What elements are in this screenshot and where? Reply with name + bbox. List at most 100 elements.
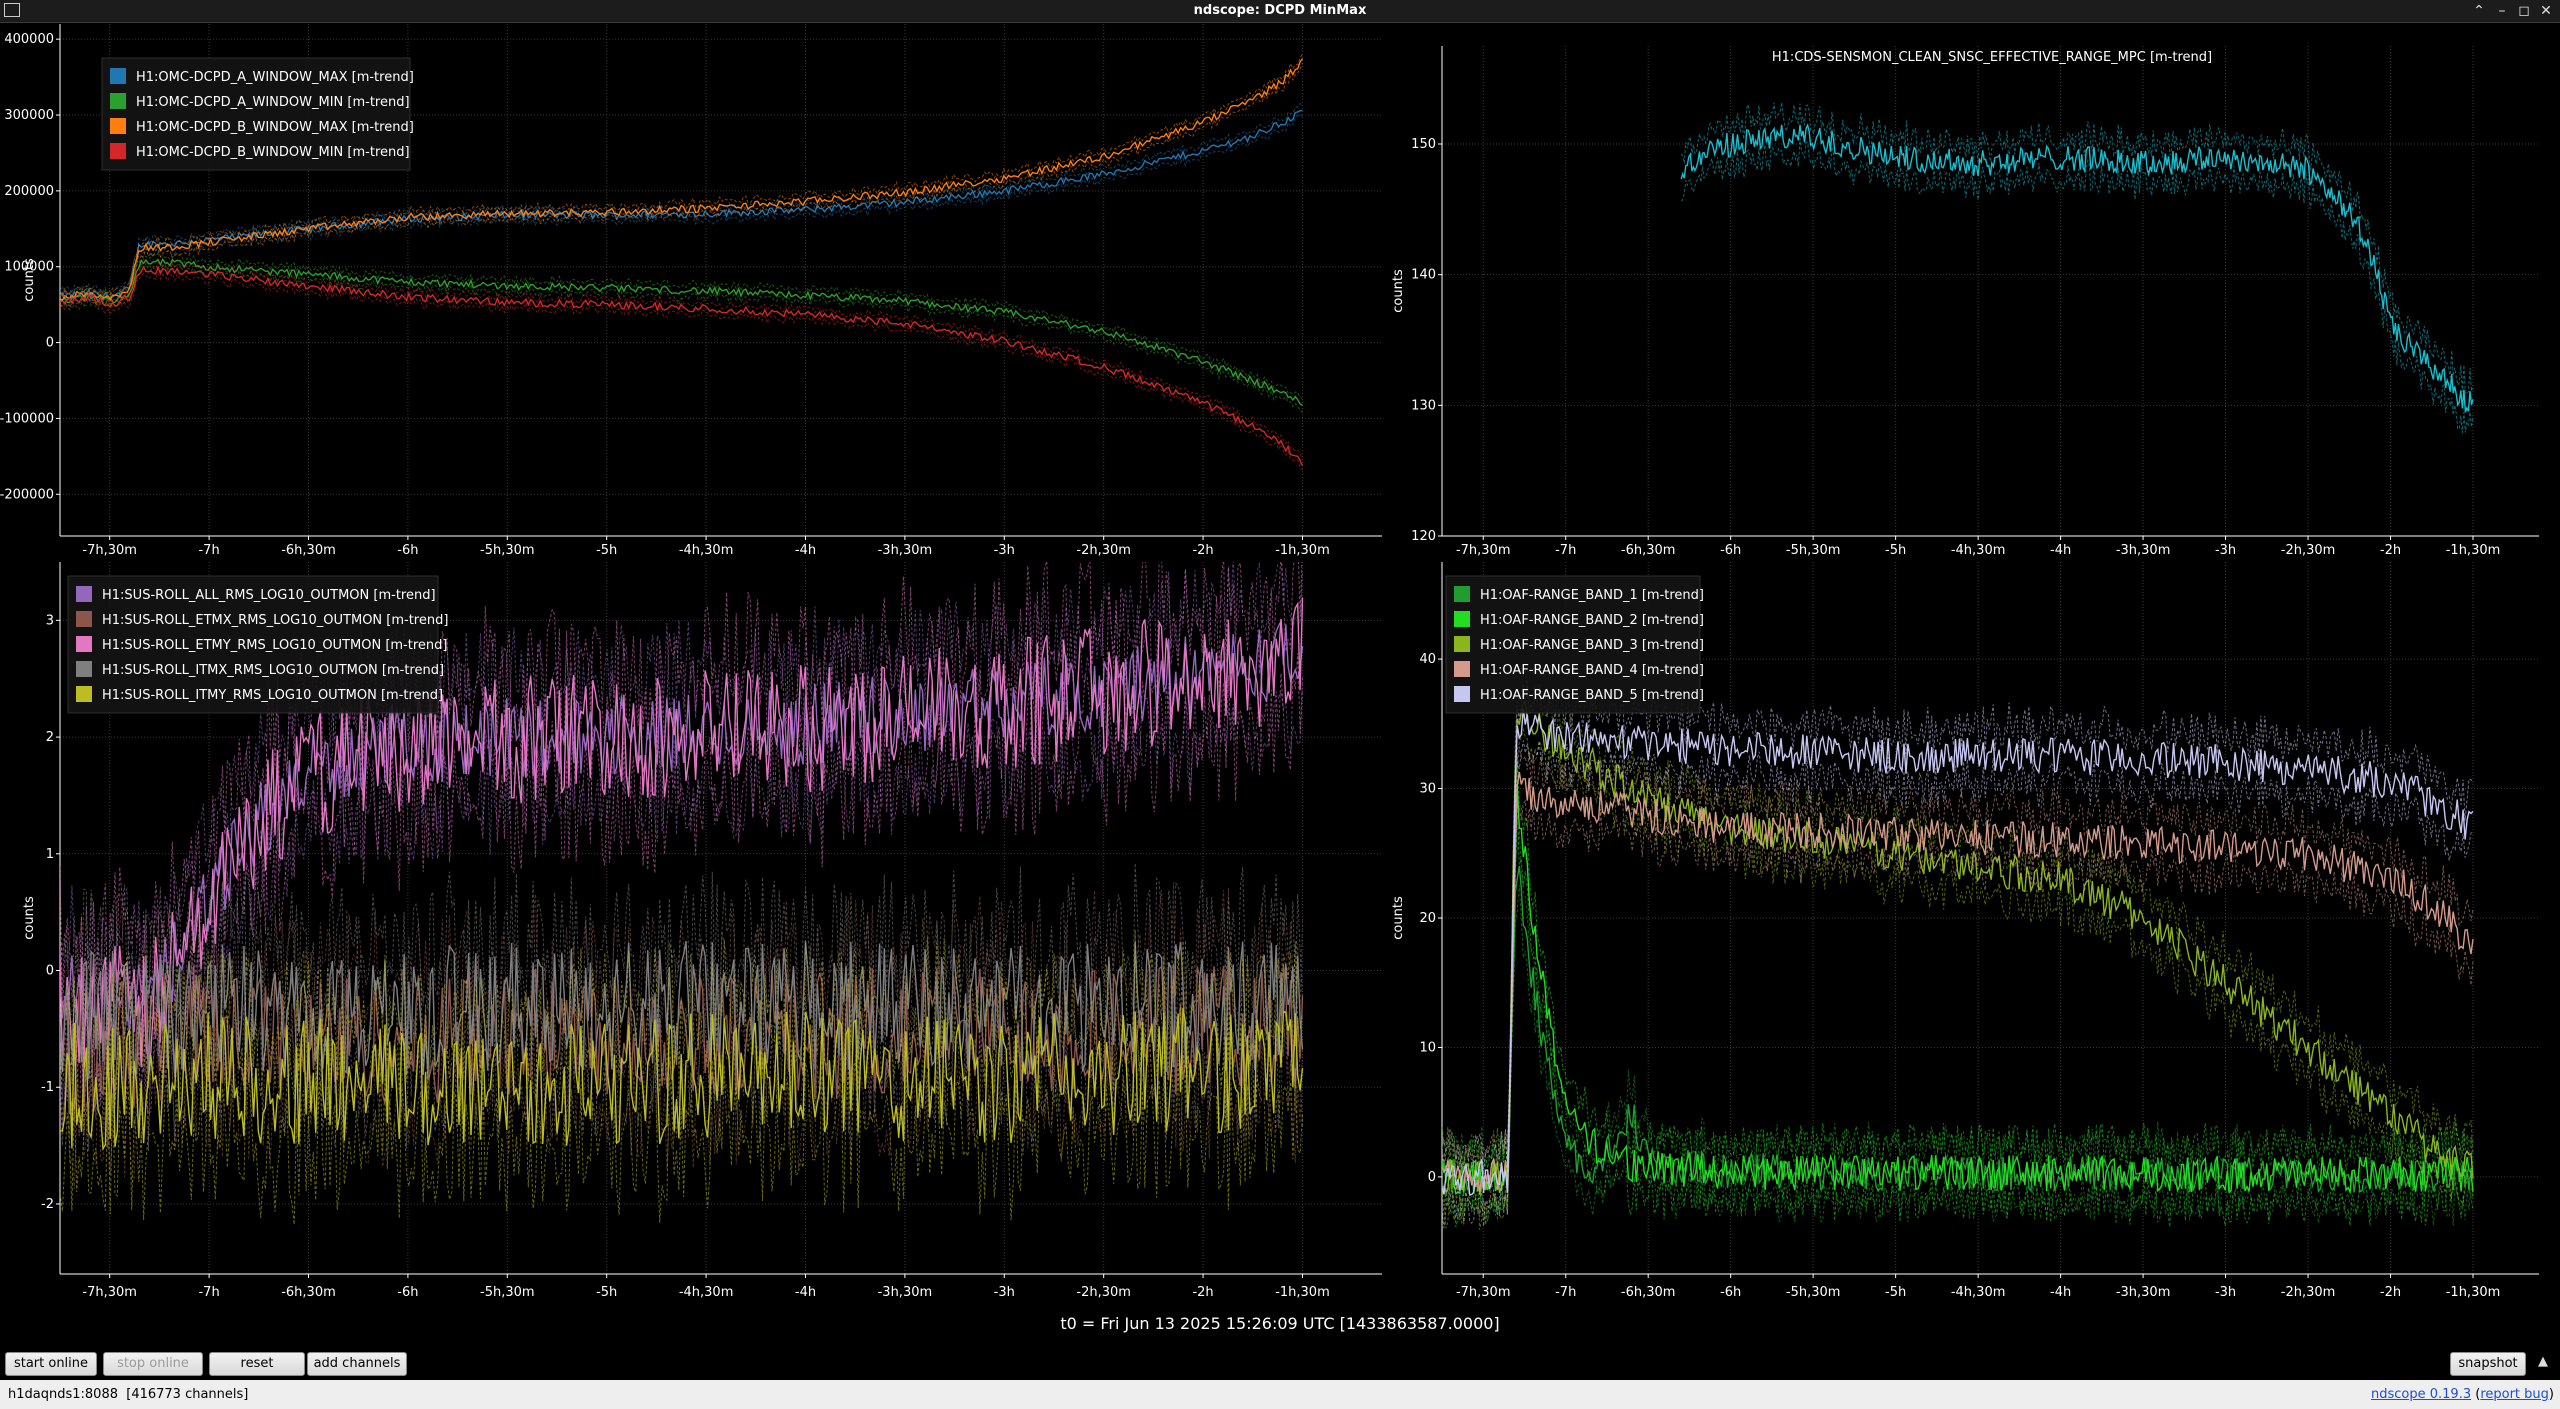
x-tick-label: -7h xyxy=(198,543,219,558)
t0-label: t0 = Fri Jun 13 2025 15:26:09 UTC [14338… xyxy=(1060,1314,1500,1333)
legend-label: H1:OMC-DCPD_A_WINDOW_MIN [m-trend] xyxy=(136,95,410,110)
plot-omc-dcpd[interactable]: -7h,30m -7h -6h,30m -6h -5h,30m -5h -4h,30m -4h… xyxy=(0,24,1386,562)
plot-sensmon-range[interactable]: -7h,30m -7h -6h,30m -6h -5h,30m -5h -4h,30m -4h… xyxy=(1386,24,2560,562)
x-tick-label: -7h xyxy=(198,1285,219,1300)
x-tick-label: -4h xyxy=(795,1285,816,1300)
x-tick-label: -2h xyxy=(1192,1285,1213,1300)
snapshot-button[interactable]: snapshot xyxy=(2450,1352,2526,1376)
series-max-band xyxy=(60,258,1303,461)
y-tick-label: 130 xyxy=(1411,398,1436,413)
chevron-up-icon[interactable]: ⌃ xyxy=(2470,2,2488,20)
stop-online-label: stop online xyxy=(117,1356,189,1371)
x-tick-label: -2h,30m xyxy=(2281,1285,2336,1300)
collapse-arrow-icon[interactable]: ▲ xyxy=(2534,1354,2552,1372)
window-title: ndscope: DCPD MinMax xyxy=(1193,3,1367,18)
legend-swatch xyxy=(1454,611,1470,627)
x-tick-label: -3h xyxy=(994,543,1015,558)
y-tick-label: 1 xyxy=(46,847,54,862)
plot-sus-roll[interactable]: -7h,30m -7h -6h,30m -6h -5h,30m -5h -4h,30m -4h… xyxy=(0,562,1386,1304)
series-line xyxy=(1442,708,2474,1196)
series-max-band xyxy=(60,252,1303,399)
plot-omc-dcpd-canvas[interactable]: -7h,30m -7h -6h,30m -6h -5h,30m -5h -4h,30m -4h… xyxy=(0,24,1386,562)
close-icon[interactable]: ✕ xyxy=(2537,2,2555,20)
legend-label: H1:OAF-RANGE_BAND_5 [m-trend] xyxy=(1480,688,1704,703)
y-tick-label: -100000 xyxy=(0,411,54,426)
legend-label: H1:SUS-ROLL_ITMY_RMS_LOG10_OUTMON [m-tre… xyxy=(102,688,443,703)
plot-oaf-range-bands[interactable]: -7h,30m -7h -6h,30m -6h -5h,30m -5h -4h,30m -4h… xyxy=(1386,562,2560,1304)
x-tick-label: -1h,30m xyxy=(1275,543,1330,558)
legend-swatch xyxy=(1454,586,1470,602)
legend-label: H1:SUS-ROLL_ITMX_RMS_LOG10_OUTMON [m-tre… xyxy=(102,663,444,678)
plot-oaf-range-bands-canvas[interactable]: -7h,30m -7h -6h,30m -6h -5h,30m -5h -4h,30m -4h… xyxy=(1386,562,2560,1304)
x-tick-label: -3h,30m xyxy=(878,543,933,558)
legend-label: H1:OMC-DCPD_A_WINDOW_MAX [m-trend] xyxy=(136,70,414,85)
x-tick-label: -5h,30m xyxy=(480,1285,535,1300)
start-online-button[interactable]: start online xyxy=(5,1352,97,1376)
y-tick-label: 0 xyxy=(1428,1170,1436,1185)
legend-label: H1:OAF-RANGE_BAND_4 [m-trend] xyxy=(1480,663,1704,678)
y-tick-label: 150 xyxy=(1411,137,1436,152)
x-tick-label: -6h,30m xyxy=(1621,543,1676,558)
x-tick-label: -2h xyxy=(2380,543,2401,558)
y-tick-label: -1 xyxy=(41,1080,54,1095)
server-address: h1daqnds1:8088 xyxy=(8,1387,118,1402)
minimize-icon[interactable]: – xyxy=(2493,2,2511,20)
x-tick-label: -6h xyxy=(397,543,418,558)
maximize-icon[interactable]: ◻ xyxy=(2515,2,2533,20)
x-tick-label: -7h,30m xyxy=(82,543,137,558)
series-min-band xyxy=(1680,138,2474,434)
x-tick-label: -5h xyxy=(596,1285,617,1300)
legend-label: H1:SUS-ROLL_ETMX_RMS_LOG10_OUTMON [m-tre… xyxy=(102,613,448,628)
series-line xyxy=(60,265,1304,467)
x-tick-label: -4h,30m xyxy=(679,543,734,558)
y-tick-label: 20 xyxy=(1419,911,1436,926)
legend-swatch xyxy=(76,686,92,702)
version-link[interactable]: ndscope 0.19.3 xyxy=(2371,1387,2471,1402)
plot-sus-roll-canvas[interactable]: -7h,30m -7h -6h,30m -6h -5h,30m -5h -4h,30m -4h… xyxy=(0,562,1386,1304)
y-tick-label: -2 xyxy=(41,1197,54,1212)
start-online-label: start online xyxy=(13,1356,89,1371)
x-tick-label: -3h,30m xyxy=(2116,543,2171,558)
x-tick-label: -6h xyxy=(1720,1285,1741,1300)
status-bar: h1daqnds1:8088 [416773 channels] ndscope… xyxy=(0,1380,2560,1409)
add-channels-button[interactable]: add channels xyxy=(307,1352,407,1376)
legend-label: H1:SUS-ROLL_ALL_RMS_LOG10_OUTMON [m-tren… xyxy=(102,588,436,603)
x-tick-label: -5h,30m xyxy=(480,543,535,558)
x-tick-label: -6h,30m xyxy=(281,543,336,558)
series-min-band xyxy=(60,271,1303,471)
plot-sensmon-range-canvas[interactable]: -7h,30m -7h -6h,30m -6h -5h,30m -5h -4h,30m -4h… xyxy=(1386,24,2560,562)
report-bug-link[interactable]: report bug xyxy=(2480,1387,2549,1402)
x-tick-label: -7h xyxy=(1555,1285,1576,1300)
y-tick-label: -200000 xyxy=(0,487,54,502)
legend-swatch xyxy=(1454,636,1470,652)
reset-button[interactable]: reset xyxy=(209,1352,305,1376)
legend-swatch xyxy=(110,68,126,84)
x-tick-label: -5h xyxy=(596,543,617,558)
x-tick-label: -1h,30m xyxy=(1275,1285,1330,1300)
series-max-band xyxy=(1442,753,2474,1173)
legend-swatch xyxy=(110,118,126,134)
legend-swatch xyxy=(76,611,92,627)
x-tick-label: -7h,30m xyxy=(1456,543,1511,558)
add-channels-label: add channels xyxy=(313,1356,401,1371)
legend-label: H1:OAF-RANGE_BAND_3 [m-trend] xyxy=(1480,638,1704,653)
y-axis-label: counts xyxy=(22,896,37,940)
x-tick-label: -5h,30m xyxy=(1786,1285,1841,1300)
stop-online-button: stop online xyxy=(103,1352,203,1376)
x-tick-label: -4h xyxy=(2050,543,2071,558)
x-tick-label: -2h xyxy=(2380,1285,2401,1300)
series-max-band xyxy=(1442,680,2474,1176)
y-tick-label: 300000 xyxy=(4,108,54,123)
x-tick-label: -4h,30m xyxy=(1951,1285,2006,1300)
y-tick-label: 400000 xyxy=(4,32,54,47)
legend-swatch xyxy=(76,636,92,652)
series-group xyxy=(1680,102,2474,434)
window-titlebar: ndscope: DCPD MinMax ⌃ – ◻ ✕ xyxy=(0,0,2560,23)
x-tick-label: -7h,30m xyxy=(82,1285,137,1300)
snapshot-label: snapshot xyxy=(2458,1356,2518,1371)
legend-label: H1:OAF-RANGE_BAND_1 [m-trend] xyxy=(1480,588,1704,603)
y-tick-label: 120 xyxy=(1411,529,1436,544)
x-tick-label: -5h xyxy=(1885,1285,1906,1300)
y-axis-label: counts xyxy=(1391,896,1406,940)
y-tick-label: 0 xyxy=(46,336,54,351)
